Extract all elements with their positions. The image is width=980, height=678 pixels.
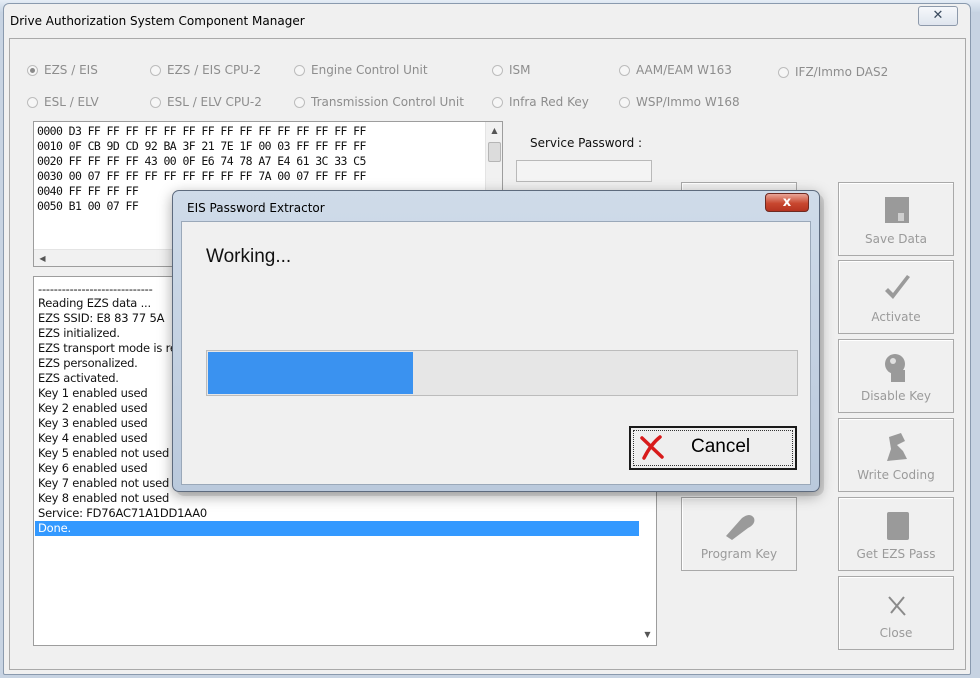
radio-label: ESL / ELV CPU-2 xyxy=(167,95,262,109)
window-title: Drive Authorization System Component Man… xyxy=(10,14,305,28)
radio-dot-icon xyxy=(27,96,38,108)
radio-label: EZS / EIS CPU-2 xyxy=(167,63,262,77)
scroll-up-icon[interactable]: ▲ xyxy=(486,122,502,139)
log-line: Key 5 enabled not used xyxy=(38,446,170,460)
scroll-left-icon[interactable]: ◀ xyxy=(34,250,51,266)
window-close-button[interactable]: ✕ xyxy=(918,6,958,26)
log-line: Reading EZS data ... xyxy=(38,296,151,310)
close-label: Close xyxy=(879,626,913,640)
radio-aam-eam-w163[interactable]: AAM/EAM W163 xyxy=(619,63,732,77)
checkmark-icon xyxy=(885,275,910,299)
scroll-down-icon[interactable]: ▼ xyxy=(639,626,656,643)
radio-dot-icon xyxy=(150,64,161,76)
dialog-close-button[interactable]: x xyxy=(765,193,809,212)
hex-row: 0000 D3 FF FF FF FF FF FF FF FF FF FF FF… xyxy=(37,124,366,138)
scroll-thumb[interactable] xyxy=(488,142,501,162)
get-ezs-pass-button[interactable]: Get EZS Pass xyxy=(838,497,954,571)
radio-ezs-eis-cpu2[interactable]: EZS / EIS CPU-2 xyxy=(150,63,261,77)
radio-engine-control-unit[interactable]: Engine Control Unit xyxy=(294,63,428,77)
radio-label: Infra Red Key xyxy=(509,95,589,109)
hex-row: 0020 FF FF FF FF 43 00 0F E6 74 78 A7 E4… xyxy=(37,154,366,168)
disable-key-label: Disable Key xyxy=(860,389,932,403)
radio-label: IFZ/Immo DAS2 xyxy=(795,65,889,79)
document-icon xyxy=(887,512,909,540)
log-line: Service: FD76AC71A1DD1AA0 xyxy=(38,506,208,520)
log-line: Key 3 enabled used xyxy=(38,416,148,430)
log-line: Key 8 enabled not used xyxy=(38,491,170,505)
stamp-icon xyxy=(887,433,907,461)
radio-dot-icon xyxy=(778,66,789,78)
disable-key-button[interactable]: Disable Key xyxy=(838,339,954,413)
radio-ifz-immo-das2[interactable]: IFZ/Immo DAS2 xyxy=(778,65,888,79)
program-key-label: Program Key xyxy=(700,547,778,561)
radio-dot-icon xyxy=(150,96,161,108)
radio-ism[interactable]: ISM xyxy=(492,63,531,77)
radio-dot-icon xyxy=(294,96,305,108)
progress-fill xyxy=(208,352,413,394)
radio-label: WSP/Immo W168 xyxy=(636,95,740,109)
status-text: Working... xyxy=(206,246,292,267)
radio-label: Engine Control Unit xyxy=(311,63,428,77)
log-line: Key 2 enabled used xyxy=(38,401,148,415)
log-line: Key 1 enabled used xyxy=(38,386,148,400)
write-coding-button[interactable]: Write Coding xyxy=(838,418,954,492)
program-key-button[interactable]: Program Key xyxy=(681,497,797,571)
log-line: Key 4 enabled used xyxy=(38,431,148,445)
key-icon xyxy=(885,354,905,382)
log-line: Key 7 enabled not used xyxy=(38,476,170,490)
radio-ezs-eis[interactable]: EZS / EIS xyxy=(27,63,98,77)
close-icon: x xyxy=(782,195,792,210)
progress-bar xyxy=(206,350,798,396)
radio-label: Transmission Control Unit xyxy=(311,95,464,109)
log-line: EZS initialized. xyxy=(38,326,120,340)
radio-dot-icon xyxy=(294,64,305,76)
activate-button[interactable]: Activate xyxy=(838,260,954,334)
cancel-label: Cancel xyxy=(691,436,751,457)
radio-dot-icon xyxy=(619,96,630,108)
log-line: ----------------------------- xyxy=(38,282,153,296)
close-x-icon xyxy=(888,596,906,616)
log-line: EZS SSID: E8 83 77 5A xyxy=(38,311,165,325)
close-icon: ✕ xyxy=(932,8,944,23)
car-key-icon xyxy=(726,515,755,540)
service-password-label: Service Password : xyxy=(530,136,643,150)
radio-infra-red-key[interactable]: Infra Red Key xyxy=(492,95,589,109)
close-button[interactable]: Close xyxy=(838,576,954,650)
radio-dot-icon xyxy=(492,64,503,76)
radio-label: ESL / ELV xyxy=(44,95,99,109)
radio-dot-icon xyxy=(27,64,38,76)
radio-wsp-immo-w168[interactable]: WSP/Immo W168 xyxy=(619,95,740,109)
get-ezs-pass-label: Get EZS Pass xyxy=(856,547,936,561)
log-line: EZS transport mode is re xyxy=(38,341,177,355)
hex-row: 0030 00 07 FF FF FF FF FF FF FF FF 7A 00… xyxy=(37,169,366,183)
log-line: Key 6 enabled used xyxy=(38,461,148,475)
log-line: EZS personalized. xyxy=(38,356,138,370)
write-coding-label: Write Coding xyxy=(857,468,935,482)
dialog-body: Working... Cancel xyxy=(181,221,811,485)
save-icon xyxy=(885,197,909,223)
dialog-title: EIS Password Extractor xyxy=(187,201,325,215)
hex-row: 0050 B1 00 07 FF xyxy=(37,199,139,213)
save-data-button[interactable]: Save Data xyxy=(838,182,954,256)
radio-label: EZS / EIS xyxy=(44,63,98,77)
eis-password-extractor-dialog: EIS Password Extractor x Working... Canc… xyxy=(172,190,820,492)
activate-label: Activate xyxy=(871,310,921,324)
radio-dot-icon xyxy=(492,96,503,108)
radio-esl-elv[interactable]: ESL / ELV xyxy=(27,95,99,109)
hex-row: 0040 FF FF FF FF xyxy=(37,184,139,198)
radio-label: AAM/EAM W163 xyxy=(636,63,732,77)
radio-esl-elv-cpu2[interactable]: ESL / ELV CPU-2 xyxy=(150,95,262,109)
save-data-label: Save Data xyxy=(865,232,927,246)
radio-dot-icon xyxy=(619,64,630,76)
log-line-selected[interactable]: Done. xyxy=(35,521,640,536)
radio-label: ISM xyxy=(509,63,531,77)
cancel-x-icon xyxy=(640,435,664,460)
log-line: EZS activated. xyxy=(38,371,119,385)
cancel-button[interactable]: Cancel xyxy=(629,426,797,470)
radio-transmission-control-unit[interactable]: Transmission Control Unit xyxy=(294,95,464,109)
service-password-field[interactable] xyxy=(516,160,652,182)
hex-row: 0010 0F CB 9D CD 92 BA 3F 21 7E 1F 00 03… xyxy=(37,139,366,153)
